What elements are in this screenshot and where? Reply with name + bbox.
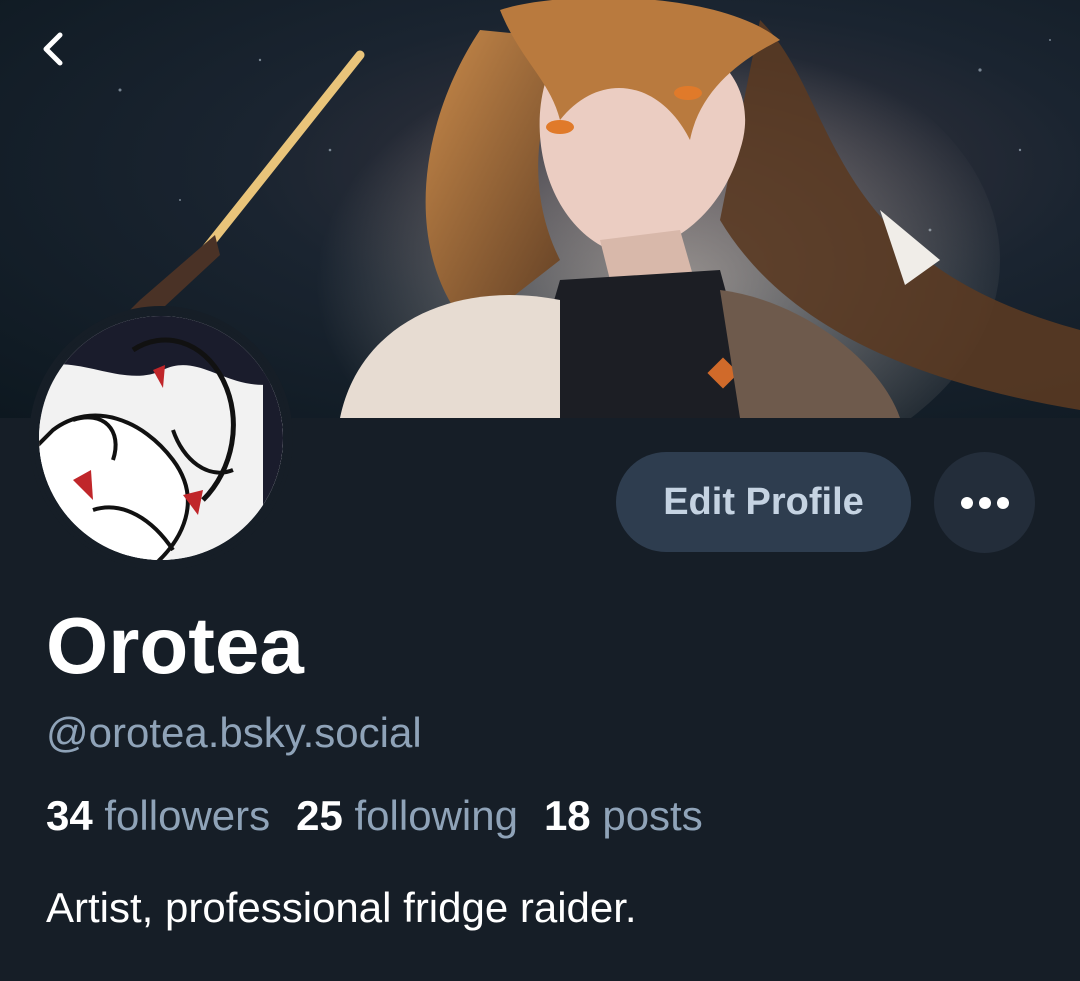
following-label: following	[354, 792, 518, 839]
following-count: 25	[296, 792, 343, 839]
followers-stat[interactable]: 34 followers	[46, 792, 270, 839]
profile-bio: Artist, professional fridge raider.	[46, 884, 637, 931]
followers-count: 34	[46, 792, 93, 839]
following-stat[interactable]: 25 following	[296, 792, 518, 839]
profile-handle: @orotea.bsky.social	[46, 709, 422, 756]
back-button[interactable]	[30, 26, 76, 72]
avatar[interactable]	[33, 310, 289, 566]
posts-stat: 18 posts	[544, 792, 703, 839]
posts-count: 18	[543, 792, 591, 839]
chevron-left-icon	[43, 32, 63, 66]
avatar-artwork	[39, 316, 283, 560]
display-name: Orotea	[46, 601, 304, 690]
profile-stats: 34 followers 25 following 18 posts	[46, 788, 729, 844]
followers-label: followers	[104, 792, 271, 839]
edit-profile-button[interactable]: Edit Profile	[616, 452, 911, 552]
posts-label: posts	[602, 792, 703, 839]
ellipsis-icon	[960, 496, 1009, 509]
more-options-button[interactable]	[934, 452, 1035, 553]
